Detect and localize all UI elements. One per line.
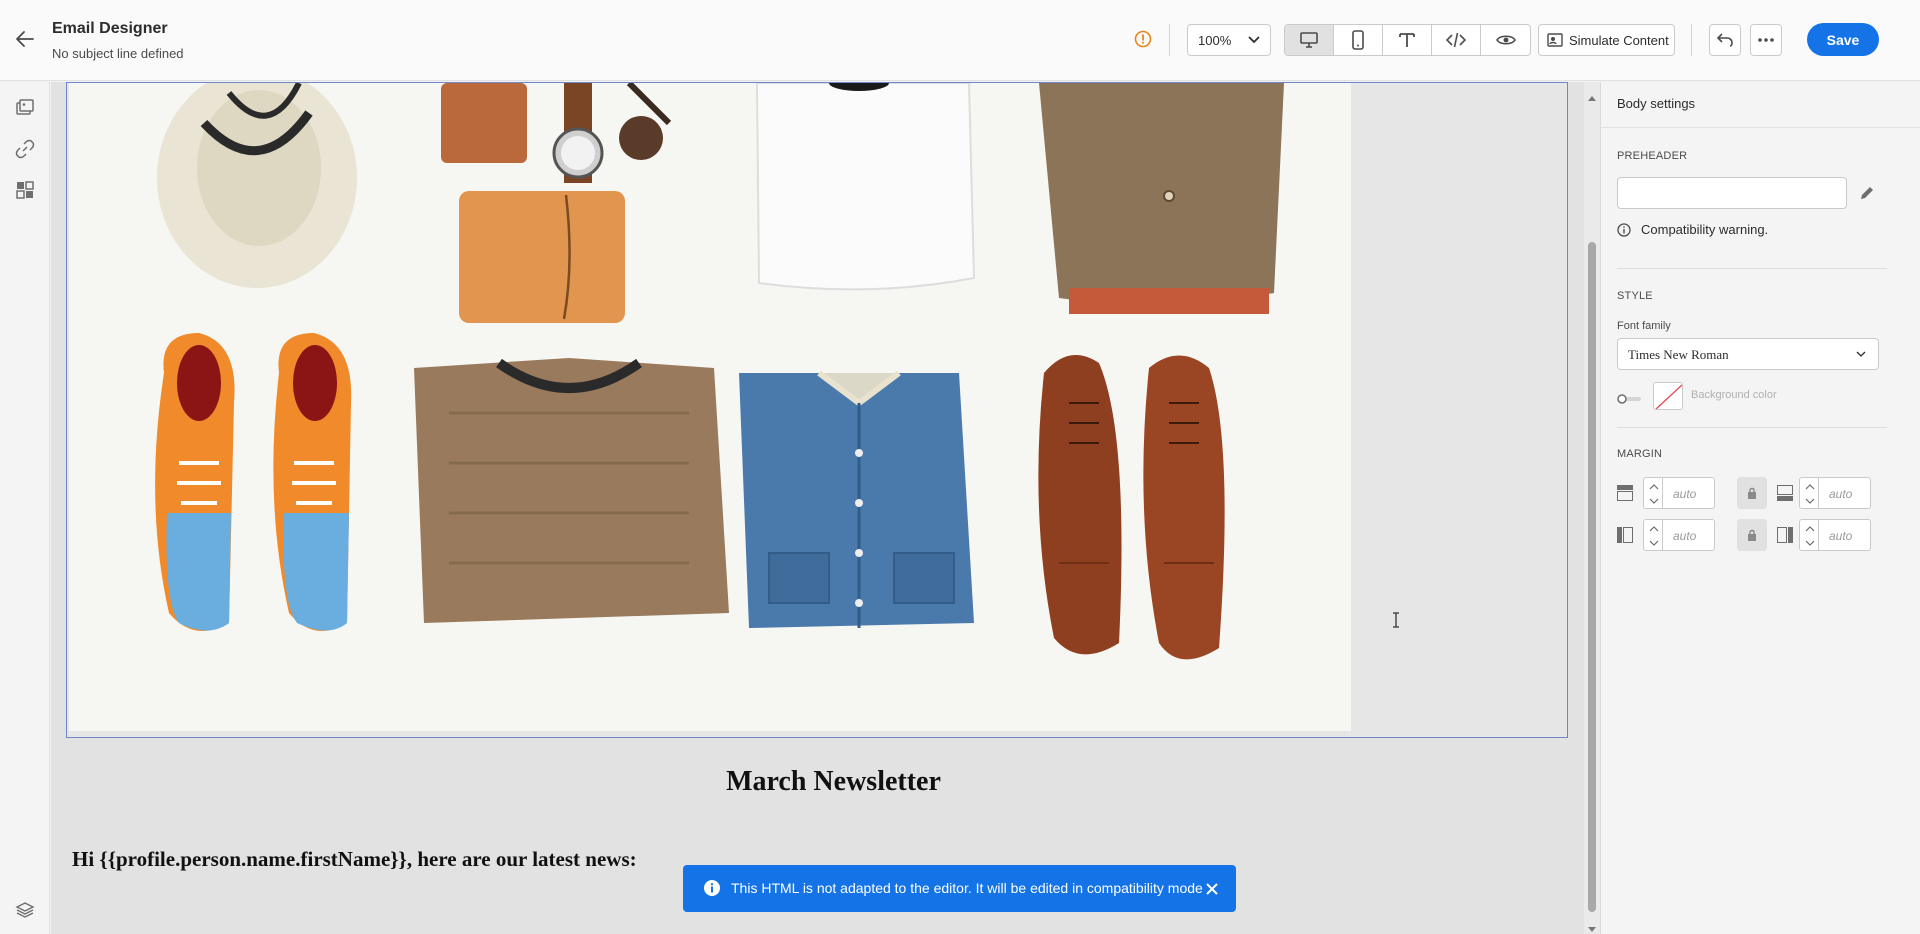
margin-left-icon bbox=[1617, 527, 1633, 543]
code-view-button[interactable] bbox=[1432, 25, 1481, 55]
page-title: Email Designer bbox=[52, 20, 168, 37]
content-icon[interactable] bbox=[15, 98, 35, 118]
margin-right-stepper[interactable] bbox=[1799, 519, 1819, 551]
text-cursor-icon bbox=[1391, 612, 1401, 633]
simulate-content-button[interactable]: Simulate Content bbox=[1538, 24, 1675, 56]
simulate-icon bbox=[1547, 33, 1563, 47]
margin-left-stepper[interactable] bbox=[1643, 519, 1663, 551]
save-button[interactable]: Save bbox=[1807, 23, 1879, 56]
hero-image bbox=[69, 83, 1351, 731]
margin-top-icon bbox=[1617, 485, 1633, 501]
style-label: STYLE bbox=[1617, 290, 1653, 302]
margin-bottom-input[interactable]: auto bbox=[1819, 477, 1871, 509]
compatibility-warning: Compatibility warning. bbox=[1617, 222, 1768, 237]
mobile-view-button[interactable] bbox=[1334, 25, 1383, 55]
more-actions-button[interactable] bbox=[1750, 24, 1782, 56]
margin-right-input[interactable]: auto bbox=[1819, 519, 1871, 551]
margin-top-stepper[interactable] bbox=[1643, 477, 1663, 509]
divider bbox=[1601, 127, 1920, 128]
greeting-text[interactable]: Hi {{profile.person.name.firstName}}, he… bbox=[72, 847, 637, 872]
scroll-up-icon[interactable] bbox=[1588, 88, 1596, 101]
divider bbox=[1617, 268, 1887, 269]
background-color-label: Background color bbox=[1691, 389, 1777, 401]
preview-view-button[interactable] bbox=[1481, 25, 1530, 55]
panel-title: Body settings bbox=[1617, 96, 1696, 111]
no-color-icon bbox=[1655, 384, 1682, 409]
font-family-value: Times New Roman bbox=[1628, 347, 1729, 362]
more-icon bbox=[1758, 38, 1774, 42]
margin-bottom-stepper[interactable] bbox=[1799, 477, 1819, 509]
compatibility-warning-text: Compatibility warning. bbox=[1641, 222, 1769, 237]
desktop-view-button[interactable] bbox=[1285, 25, 1334, 55]
mobile-icon bbox=[1352, 30, 1364, 50]
compatibility-toast: This HTML is not adapted to the editor. … bbox=[683, 865, 1236, 912]
preheader-input[interactable] bbox=[1617, 177, 1847, 209]
font-family-select[interactable]: Times New Roman bbox=[1617, 338, 1879, 370]
lock-icon[interactable] bbox=[1737, 477, 1767, 509]
scroll-thumb[interactable] bbox=[1588, 242, 1596, 912]
desktop-icon bbox=[1300, 32, 1318, 48]
eye-icon bbox=[1495, 35, 1516, 45]
view-mode-group bbox=[1284, 24, 1531, 56]
toast-message: This HTML is not adapted to the editor. … bbox=[731, 880, 1203, 896]
chevron-down-icon bbox=[1248, 36, 1260, 44]
warning-icon[interactable] bbox=[1134, 30, 1152, 48]
denim-shirt-image bbox=[739, 370, 974, 628]
margin-label: MARGIN bbox=[1617, 448, 1663, 460]
zoom-value: 100% bbox=[1198, 33, 1232, 48]
top-bar: Email Designer No subject line defined 1… bbox=[0, 0, 1920, 81]
text-icon bbox=[1399, 33, 1415, 47]
divider bbox=[1169, 24, 1170, 56]
left-rail bbox=[0, 82, 50, 934]
chevron-down-icon bbox=[1856, 351, 1866, 357]
zoom-select[interactable]: 100% bbox=[1187, 24, 1271, 56]
margin-right-icon bbox=[1777, 527, 1793, 543]
preheader-label: PREHEADER bbox=[1617, 150, 1688, 162]
subject-line-status: No subject line defined bbox=[52, 46, 184, 61]
hero-image-block[interactable] bbox=[66, 82, 1568, 738]
code-icon bbox=[1446, 32, 1466, 48]
newsletter-title[interactable]: March Newsletter bbox=[51, 766, 1584, 798]
info-icon bbox=[703, 879, 721, 900]
font-family-label: Font family bbox=[1617, 320, 1671, 332]
undo-button[interactable] bbox=[1709, 24, 1741, 56]
text-view-button[interactable] bbox=[1383, 25, 1432, 55]
info-icon bbox=[1617, 222, 1631, 237]
back-arrow-icon[interactable] bbox=[14, 28, 36, 50]
background-color-toggle[interactable] bbox=[1617, 391, 1643, 404]
email-canvas[interactable]: March Newsletter Hi {{profile.person.nam… bbox=[51, 82, 1584, 934]
settings-panel: Body settings PREHEADER Compatibility wa… bbox=[1600, 82, 1920, 934]
scroll-down-icon[interactable] bbox=[1588, 920, 1596, 932]
divider bbox=[1617, 427, 1887, 428]
margin-top-input[interactable]: auto bbox=[1663, 477, 1715, 509]
layers-icon[interactable] bbox=[15, 900, 35, 920]
lock-icon[interactable] bbox=[1737, 519, 1767, 551]
margin-left-input[interactable]: auto bbox=[1663, 519, 1715, 551]
sweater-image bbox=[414, 358, 729, 623]
close-icon[interactable] bbox=[1205, 882, 1219, 899]
pencil-icon[interactable] bbox=[1859, 185, 1875, 206]
divider bbox=[1691, 24, 1692, 56]
canvas-scrollbar[interactable] bbox=[1584, 82, 1600, 934]
simulate-content-label: Simulate Content bbox=[1569, 32, 1669, 48]
components-icon[interactable] bbox=[15, 180, 35, 200]
undo-icon bbox=[1716, 33, 1733, 47]
background-color-swatch[interactable] bbox=[1653, 382, 1683, 410]
link-icon[interactable] bbox=[15, 139, 35, 159]
margin-bottom-icon bbox=[1777, 485, 1793, 501]
